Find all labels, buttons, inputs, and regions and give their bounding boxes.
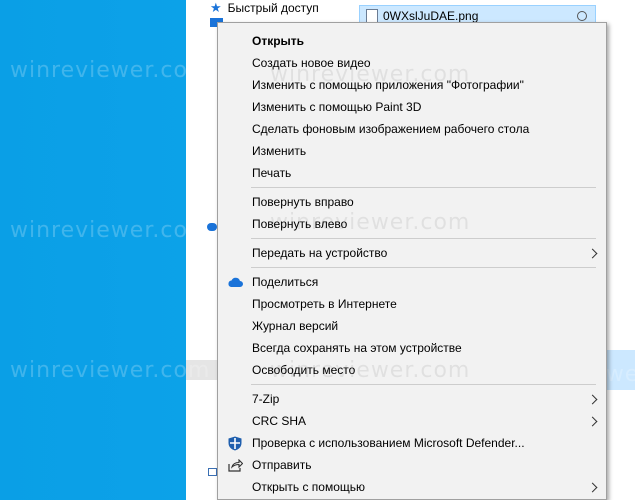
nav-item-label: Быстрый доступ [227,1,319,15]
nav-selected-item[interactable] [186,360,218,380]
chevron-right-icon [587,416,598,426]
menu-item-print[interactable]: Печать [218,162,606,184]
menu-item-rotate-left[interactable]: Повернуть влево [218,213,606,235]
menu-item-edit-with-paint3d[interactable]: Изменить с помощью Paint 3D [218,96,606,118]
menu-item-set-wallpaper[interactable]: Сделать фоновым изображением рабочего ст… [218,118,606,140]
menu-item-label: Создать новое видео [252,56,371,70]
menu-separator [251,187,596,188]
menu-item-label: Всегда сохранять на этом устройстве [252,341,462,355]
menu-item-send-to[interactable]: Отправить [218,454,606,476]
share-arrow-icon [227,457,243,473]
chevron-right-icon [587,394,598,404]
star-icon: ★ [210,0,222,15]
menu-item-label: Освободить место [252,363,356,377]
menu-item-label: Повернуть вправо [252,195,354,209]
menu-item-open[interactable]: Открыть [218,30,606,52]
context-menu: Открыть Создать новое видео Изменить с п… [217,22,607,500]
menu-item-free-up-space[interactable]: Освободить место [218,359,606,381]
sync-status-icon [577,11,587,21]
menu-item-version-history[interactable]: Журнал версий [218,315,606,337]
menu-item-label: Печать [252,166,292,180]
menu-item-label: CRC SHA [252,414,307,428]
menu-separator [251,238,596,239]
onedrive-cloud-icon [207,223,217,231]
menu-item-label: Повернуть влево [252,217,348,231]
menu-separator [251,384,596,385]
chevron-right-icon [587,482,598,492]
menu-item-label: Изменить [252,144,307,158]
menu-item-label: Проверка с использованием Microsoft Defe… [252,436,525,450]
menu-item-always-keep[interactable]: Всегда сохранять на этом устройстве [218,337,606,359]
menu-item-label: Открыть с помощью [252,480,366,494]
file-name: 0WXslJuDAE.png [383,9,479,23]
menu-item-share[interactable]: Поделиться [218,271,606,293]
menu-item-label: Передать на устройство [252,246,388,260]
menu-separator [251,267,596,268]
menu-item-label: Изменить с помощью приложения "Фотографи… [252,78,524,92]
menu-item-edit[interactable]: Изменить [218,140,606,162]
menu-item-label: Поделиться [252,275,319,289]
menu-item-cast-to-device[interactable]: Передать на устройство [218,242,606,264]
image-file-icon [366,9,378,23]
menu-item-label: Изменить с помощью Paint 3D [252,100,422,114]
this-pc-icon [208,468,217,476]
menu-item-rotate-right[interactable]: Повернуть вправо [218,191,606,213]
menu-item-label: 7-Zip [252,392,280,406]
menu-item-label: Журнал версий [252,319,339,333]
menu-item-crc-sha[interactable]: CRC SHA [218,410,606,432]
menu-item-open-with[interactable]: Открыть с помощью [218,476,606,498]
defender-shield-icon [227,435,243,451]
menu-item-label: Открыть [252,34,305,48]
menu-item-7zip[interactable]: 7-Zip [218,388,606,410]
menu-item-label: Просмотреть в Интернете [252,297,397,311]
onedrive-cloud-icon [227,274,243,290]
menu-item-defender-scan[interactable]: Проверка с использованием Microsoft Defe… [218,432,606,454]
nav-item-quick-access[interactable]: ★ Быстрый доступ [210,0,319,16]
menu-item-label: Сделать фоновым изображением рабочего ст… [252,122,530,136]
chevron-right-icon [587,248,598,258]
menu-item-edit-with-photos[interactable]: Изменить с помощью приложения "Фотографи… [218,74,606,96]
menu-item-create-video[interactable]: Создать новое видео [218,52,606,74]
menu-item-label: Отправить [252,458,312,472]
menu-item-view-online[interactable]: Просмотреть в Интернете [218,293,606,315]
